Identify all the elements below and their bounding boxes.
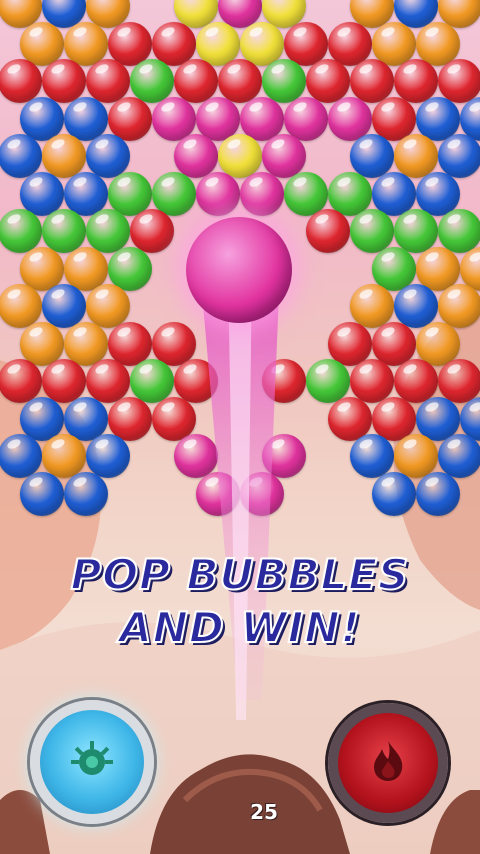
promo-line-2: AND WIN! (118, 602, 361, 653)
shots-remaining-counter: 25 (250, 800, 278, 824)
promo-line-1: POP BUBBLES (70, 549, 410, 600)
shot-bubble (186, 217, 292, 323)
fire-button[interactable] (328, 703, 448, 823)
booster-button[interactable] (30, 700, 154, 824)
flame-icon (368, 739, 408, 787)
game-screen: POP BUBBLES AND WIN! 25 (0, 0, 480, 854)
gear-bomb-icon (69, 737, 115, 787)
